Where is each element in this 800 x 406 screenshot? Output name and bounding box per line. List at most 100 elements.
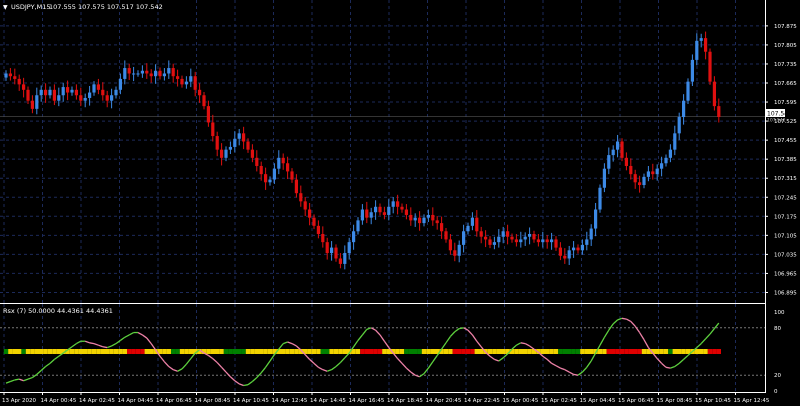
candle-bull[interactable] <box>123 68 127 79</box>
candle-bull[interactable] <box>268 179 272 183</box>
candle-bear[interactable] <box>255 157 259 166</box>
candle-bull[interactable] <box>114 89 118 96</box>
candle-bull[interactable] <box>110 95 114 101</box>
candle-bear[interactable] <box>479 231 483 237</box>
candle-bull[interactable] <box>330 247 334 254</box>
candle-bear[interactable] <box>638 182 642 186</box>
candle-bull[interactable] <box>602 168 606 188</box>
candle-bear[interactable] <box>145 70 149 74</box>
candle-bear[interactable] <box>264 174 268 183</box>
candle-bear[interactable] <box>74 89 78 96</box>
candle-bull[interactable] <box>497 236 501 243</box>
candle-bull[interactable] <box>352 231 356 243</box>
candle-bear[interactable] <box>303 201 307 210</box>
candle-bear[interactable] <box>79 95 83 101</box>
candle-bull[interactable] <box>519 239 523 243</box>
candle-bear[interactable] <box>26 89 30 101</box>
candle-bear[interactable] <box>180 78 184 85</box>
candle-bear[interactable] <box>198 89 202 96</box>
candle-bear[interactable] <box>404 209 408 215</box>
candle-bear[interactable] <box>576 247 580 251</box>
candle-bear[interactable] <box>633 174 637 183</box>
price-axis[interactable]: 107.875 107.805 107.735 107.665 107.595 107.5… <box>765 24 797 297</box>
candle-bear[interactable] <box>321 233 325 243</box>
candle-bear[interactable] <box>17 78 21 85</box>
candle-bear[interactable] <box>514 239 518 243</box>
candle-bull[interactable] <box>132 73 136 75</box>
candle-bear[interactable] <box>215 136 219 150</box>
candle-bear[interactable] <box>484 236 488 240</box>
candle-bull[interactable] <box>501 231 505 237</box>
candle-bear[interactable] <box>400 206 404 210</box>
candle-bull[interactable] <box>167 68 171 74</box>
candle-bull[interactable] <box>356 220 360 232</box>
candle-bull[interactable] <box>233 138 237 147</box>
candle-bull[interactable] <box>677 117 681 134</box>
candle-bear[interactable] <box>382 212 386 215</box>
candle-bear[interactable] <box>334 247 338 259</box>
candle-bear[interactable] <box>312 217 316 226</box>
candle-bear[interactable] <box>22 84 26 90</box>
candle-bear[interactable] <box>44 89 48 96</box>
candle-bull[interactable] <box>387 206 391 215</box>
candle-bull[interactable] <box>668 149 672 158</box>
candle-bear[interactable] <box>448 239 452 251</box>
candle-bear[interactable] <box>171 68 175 77</box>
candle-bull[interactable] <box>224 149 228 158</box>
candle-bear[interactable] <box>629 165 633 175</box>
candle-bull[interactable] <box>413 217 417 221</box>
candle-bear[interactable] <box>220 149 224 158</box>
candle-bull[interactable] <box>277 157 281 169</box>
time-axis[interactable]: 13 Apr 2020 14 Apr 00:45 14 Apr 02:45 14 Ap… <box>2 392 770 404</box>
candle-bear[interactable] <box>532 233 536 240</box>
price-chart-svg[interactable]: 107.875 107.805 107.735 107.665 107.595 107.5… <box>0 0 800 406</box>
candle-bear[interactable] <box>206 106 210 123</box>
candle-bear[interactable] <box>325 242 329 254</box>
candle-bull[interactable] <box>391 201 395 207</box>
candle-bear[interactable] <box>435 220 439 224</box>
candle-bear[interactable] <box>96 84 100 90</box>
candle-bull[interactable] <box>646 171 650 177</box>
candle-bear[interactable] <box>396 201 400 207</box>
candle-bull[interactable] <box>466 225 470 232</box>
candle-bull[interactable] <box>189 76 193 82</box>
candle-bull[interactable] <box>598 187 602 210</box>
candle-bull[interactable] <box>457 244 461 256</box>
candle-bull[interactable] <box>690 59 694 82</box>
candle-bear[interactable] <box>418 217 422 224</box>
candle-bear[interactable] <box>651 171 655 175</box>
candle-bear[interactable] <box>488 239 492 245</box>
candle-bull[interactable] <box>585 239 589 245</box>
candle-bear[interactable] <box>202 95 206 107</box>
candle-bull[interactable] <box>422 217 426 224</box>
candle-bear[interactable] <box>440 223 444 232</box>
candle-bear[interactable] <box>338 258 342 264</box>
candle-bull[interactable] <box>470 217 474 226</box>
candle-bear[interactable] <box>365 209 369 218</box>
candle-bull[interactable] <box>184 81 188 85</box>
candle-bear[interactable] <box>378 206 382 213</box>
candle-bull[interactable] <box>92 84 96 93</box>
candle-bear[interactable] <box>316 225 320 234</box>
candle-bear[interactable] <box>708 51 712 82</box>
candle-bull[interactable] <box>57 95 61 101</box>
candle-bull[interactable] <box>343 253 347 264</box>
candle-bull[interactable] <box>541 239 545 243</box>
candle-bear[interactable] <box>66 87 70 93</box>
candle-bear[interactable] <box>563 255 567 259</box>
candle-bull[interactable] <box>88 92 92 98</box>
candle-bull[interactable] <box>660 163 664 169</box>
candle-bull[interactable] <box>61 87 65 96</box>
candle-bull[interactable] <box>642 176 646 186</box>
candle-bull[interactable] <box>162 73 166 77</box>
candle-bull[interactable] <box>616 141 620 150</box>
candle-bull[interactable] <box>4 73 8 78</box>
chart-dropdown-arrow-icon[interactable]: ▼ <box>3 4 8 11</box>
candle-bear[interactable] <box>193 76 197 90</box>
candle-bull[interactable] <box>699 38 703 41</box>
candle-bear[interactable] <box>101 89 105 96</box>
candle-bull[interactable] <box>686 81 690 101</box>
candle-bull[interactable] <box>369 212 373 218</box>
candle-bear[interactable] <box>453 250 457 256</box>
candle-bear[interactable] <box>475 217 479 232</box>
